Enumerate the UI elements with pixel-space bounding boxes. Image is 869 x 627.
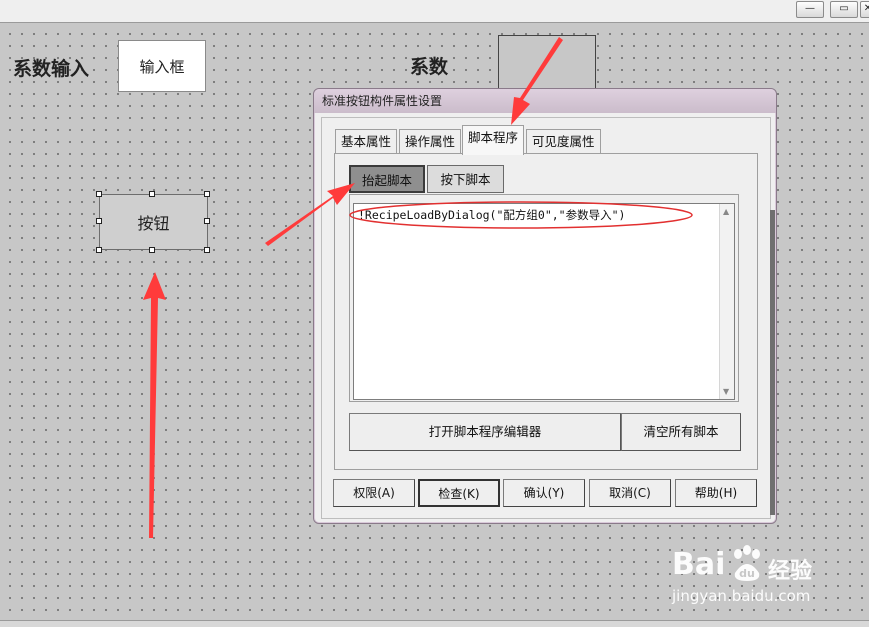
coef-input-label: 系数输入 [13,58,90,80]
tab-basic-properties[interactable]: 基本属性 [335,129,398,153]
canvas-button-text: 按钮 [137,214,170,233]
coef-display-box[interactable] [498,35,596,91]
watermark-paw-text: du [739,567,755,580]
subtab-press-script[interactable]: 按下脚本 [427,165,504,193]
tab-operation-properties[interactable]: 操作属性 [399,129,462,153]
dialog-edge-scrollbar [770,210,775,515]
resize-handle[interactable] [204,191,210,197]
watermark-url: jingyan.baidu.com [672,587,811,605]
scroll-down-icon[interactable]: ▼ [723,387,729,396]
input-box-text: 输入框 [139,57,185,76]
maximize-button[interactable]: ▭ [830,1,858,18]
resize-handle[interactable] [204,247,210,253]
baidu-watermark: Bai du 经验 jingyan.baidu.com [672,545,852,610]
tab-script-program[interactable]: 脚本程序 [462,125,525,155]
watermark-brand: Bai [672,547,726,582]
minimize-button[interactable]: — [796,1,824,18]
script-textarea[interactable]: !RecipeLoadByDialog("配方组0","参数导入") ▲ ▼ [353,203,735,400]
help-button[interactable]: 帮助(H) [675,479,757,507]
confirm-button[interactable]: 确认(Y) [503,479,585,507]
cancel-button[interactable]: 取消(C) [589,479,671,507]
watermark-sub: 经验 [768,559,813,584]
baidu-paw-icon: du [734,545,760,581]
resize-handle[interactable] [96,247,102,253]
resize-handle[interactable] [96,218,102,224]
canvas-button-component[interactable]: 按钮 [99,194,208,250]
resize-handle[interactable] [96,191,102,197]
coef-label: 系数 [410,56,449,78]
script-text: !RecipeLoadByDialog("配方组0","参数导入") [358,208,626,222]
input-box-component[interactable]: 输入框 [118,40,206,92]
resize-handle[interactable] [149,191,155,197]
close-button[interactable]: ✕ [860,1,869,18]
permission-button[interactable]: 权限(A) [333,479,415,507]
red-arrow-up-icon [143,272,166,538]
resize-handle[interactable] [149,247,155,253]
check-button[interactable]: 检查(K) [418,479,500,507]
clear-all-scripts-button[interactable]: 清空所有脚本 [621,413,741,451]
subtab-release-script[interactable]: 抬起脚本 [349,165,425,193]
window-top-bar: — ▭ ✕ [0,0,869,23]
resize-handle[interactable] [204,218,210,224]
script-scrollbar[interactable]: ▲ ▼ [719,204,734,399]
scroll-up-icon[interactable]: ▲ [723,207,729,216]
open-script-editor-button[interactable]: 打开脚本程序编辑器 [349,413,621,451]
tab-visibility-properties[interactable]: 可见度属性 [526,129,601,153]
button-properties-dialog: 标准按钮构件属性设置 基本属性 操作属性 脚本程序 可见度属性 抬起脚本 按下脚… [313,88,777,524]
dialog-title[interactable]: 标准按钮构件属性设置 [314,89,776,113]
